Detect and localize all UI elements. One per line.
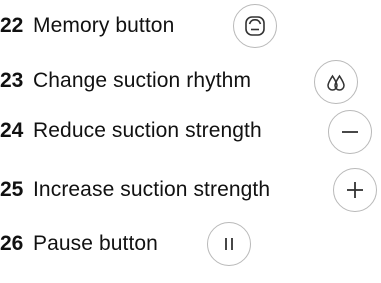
item-label: Change suction rhythm	[33, 68, 252, 92]
drops-icon	[327, 74, 345, 91]
legend-item-reduce-suction: 24 Reduce suction strength	[0, 105, 262, 155]
item-label: Memory button	[33, 13, 175, 37]
legend-item-suction-rhythm: 23 Change suction rhythm	[0, 55, 251, 105]
reduce-suction-button-icon	[328, 110, 372, 154]
plus-icon	[347, 182, 363, 198]
item-number: 23	[0, 68, 24, 92]
increase-suction-button-icon	[333, 168, 377, 212]
item-number: 26	[0, 231, 24, 255]
legend-page: { "legend": { "items": [ {"number": "22"…	[0, 0, 381, 283]
item-number: 22	[0, 13, 24, 37]
memory-button-icon	[233, 4, 277, 48]
minus-icon	[342, 131, 358, 133]
legend-item-memory: 22 Memory button	[0, 0, 174, 50]
face-icon	[245, 16, 265, 36]
suction-rhythm-button-icon	[314, 60, 358, 104]
item-number: 24	[0, 118, 24, 142]
legend-item-increase-suction: 25 Increase suction strength	[0, 164, 270, 214]
legend-item-pause: 26 Pause button	[0, 218, 158, 268]
item-label: Increase suction strength	[33, 177, 271, 201]
item-label: Pause button	[33, 231, 158, 255]
pause-button-icon	[207, 222, 251, 266]
item-label: Reduce suction strength	[33, 118, 262, 142]
item-number: 25	[0, 177, 24, 201]
pause-icon	[225, 238, 233, 250]
